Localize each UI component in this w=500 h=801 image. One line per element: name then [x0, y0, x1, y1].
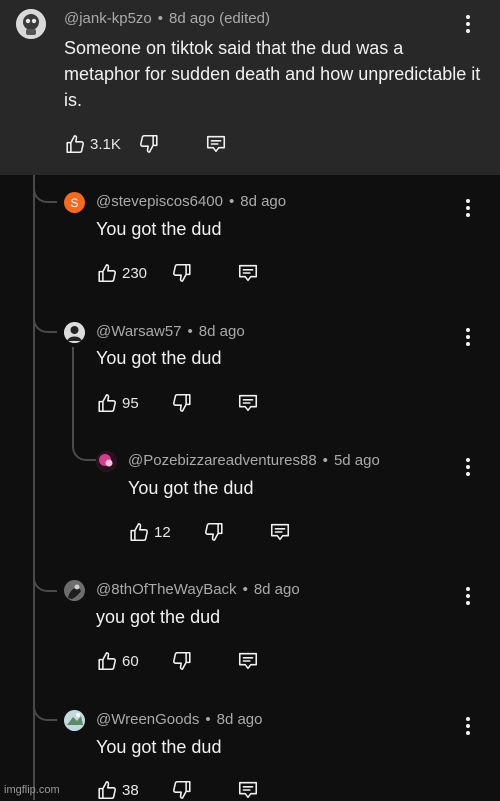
- like-count: 12: [154, 523, 171, 541]
- dislike-button[interactable]: [171, 392, 193, 414]
- timestamp[interactable]: 8d ago: [240, 193, 286, 210]
- like-button[interactable]: 95: [96, 392, 139, 414]
- avatar-image: [64, 710, 85, 731]
- avatar[interactable]: [64, 710, 85, 731]
- timestamp[interactable]: 8d ago: [254, 581, 300, 598]
- thumbs-up-icon: [96, 650, 118, 672]
- thread-line: [72, 347, 74, 439]
- like-count: 60: [122, 652, 139, 670]
- comment-icon: [237, 392, 259, 414]
- author-name[interactable]: @stevepiscos6400: [96, 193, 223, 210]
- dislike-button[interactable]: [171, 650, 193, 672]
- like-count: 230: [122, 264, 148, 282]
- thumbs-up-icon: [128, 521, 150, 543]
- comment-icon: [205, 133, 227, 155]
- author-name[interactable]: @WreenGoods: [96, 711, 199, 728]
- comment-meta: @8thOfTheWayBack • 8d ago: [96, 581, 300, 598]
- comment-meta: @Warsaw57 • 8d ago: [96, 323, 245, 340]
- thumbs-down-icon: [171, 392, 193, 414]
- like-count: 3.1K: [90, 135, 121, 153]
- author-name[interactable]: @jank-kp5zo: [64, 10, 152, 27]
- avatar[interactable]: [96, 451, 117, 472]
- timestamp[interactable]: 8d ago: [217, 711, 263, 728]
- timestamp[interactable]: 8d ago (edited): [169, 10, 270, 27]
- thumbs-down-icon: [171, 650, 193, 672]
- comment-text: You got the dud: [96, 348, 222, 368]
- dislike-button[interactable]: [171, 779, 193, 801]
- comment-meta: @stevepiscos6400 • 8d ago: [96, 193, 287, 210]
- dislike-button[interactable]: [138, 133, 160, 155]
- author-name[interactable]: @Warsaw57: [96, 323, 182, 340]
- avatar[interactable]: S: [64, 192, 85, 213]
- thumbs-up-icon: [96, 262, 118, 284]
- like-count: 95: [122, 394, 139, 412]
- comment-icon: [237, 650, 259, 672]
- thumbs-down-icon: [171, 779, 193, 801]
- comment-meta: @WreenGoods • 8d ago: [96, 711, 263, 728]
- comment-icon: [237, 779, 259, 801]
- more-vert-icon[interactable]: [458, 584, 478, 608]
- thumbs-down-icon: [203, 521, 225, 543]
- thread-connector: [33, 309, 57, 333]
- comment-meta: @jank-kp5zo • 8d ago (edited): [64, 10, 270, 27]
- like-button[interactable]: 230: [96, 262, 147, 284]
- like-button[interactable]: 38: [96, 779, 139, 801]
- thumbs-down-icon: [138, 133, 160, 155]
- thumbs-up-icon: [96, 779, 118, 801]
- more-vert-icon[interactable]: [458, 714, 478, 738]
- more-vert-icon[interactable]: [458, 196, 478, 220]
- timestamp[interactable]: 5d ago: [334, 452, 380, 469]
- more-vert-icon[interactable]: [458, 455, 478, 479]
- avatar-image: [96, 451, 117, 472]
- reply-button[interactable]: [237, 392, 259, 414]
- more-vert-icon[interactable]: [458, 12, 478, 36]
- avatar-letter: S: [70, 195, 79, 210]
- thread-connector: [33, 179, 57, 203]
- comment-text: You got the dud: [128, 478, 254, 498]
- thumbs-up-icon: [96, 392, 118, 414]
- avatar[interactable]: [64, 580, 85, 601]
- avatar-image: [64, 322, 85, 343]
- comment-icon: [237, 262, 259, 284]
- avatar-image: [16, 9, 46, 39]
- avatar[interactable]: [16, 9, 46, 39]
- author-name[interactable]: @Pozebizzareadventures88: [128, 452, 317, 469]
- avatar[interactable]: [64, 322, 85, 343]
- dislike-button[interactable]: [203, 521, 225, 543]
- comment-text: You got the dud: [96, 219, 222, 239]
- like-button[interactable]: 3.1K: [64, 133, 121, 155]
- comment-icon: [269, 521, 291, 543]
- reply-button[interactable]: [205, 133, 227, 155]
- watermark: imgflip.com: [4, 784, 60, 796]
- thumbs-down-icon: [171, 262, 193, 284]
- comment-text: Someone on tiktok said that the dud was …: [64, 38, 481, 110]
- like-button[interactable]: 60: [96, 650, 139, 672]
- thumbs-up-icon: [64, 133, 86, 155]
- like-button[interactable]: 12: [128, 521, 171, 543]
- comment-text: you got the dud: [96, 607, 221, 627]
- reply-button[interactable]: [237, 650, 259, 672]
- reply-button[interactable]: [269, 521, 291, 543]
- comment-meta: @Pozebizzareadventures88 • 5d ago: [128, 452, 380, 469]
- timestamp[interactable]: 8d ago: [199, 323, 245, 340]
- more-vert-icon[interactable]: [458, 325, 478, 349]
- dislike-button[interactable]: [171, 262, 193, 284]
- reply-button[interactable]: [237, 779, 259, 801]
- thread-connector: [33, 697, 57, 721]
- author-name[interactable]: @8thOfTheWayBack: [96, 581, 237, 598]
- thread-connector: [33, 568, 57, 592]
- reply-button[interactable]: [237, 262, 259, 284]
- thread-connector: [72, 437, 96, 461]
- like-count: 38: [122, 781, 139, 799]
- comment-text: You got the dud: [96, 737, 222, 757]
- avatar-image: [64, 580, 85, 601]
